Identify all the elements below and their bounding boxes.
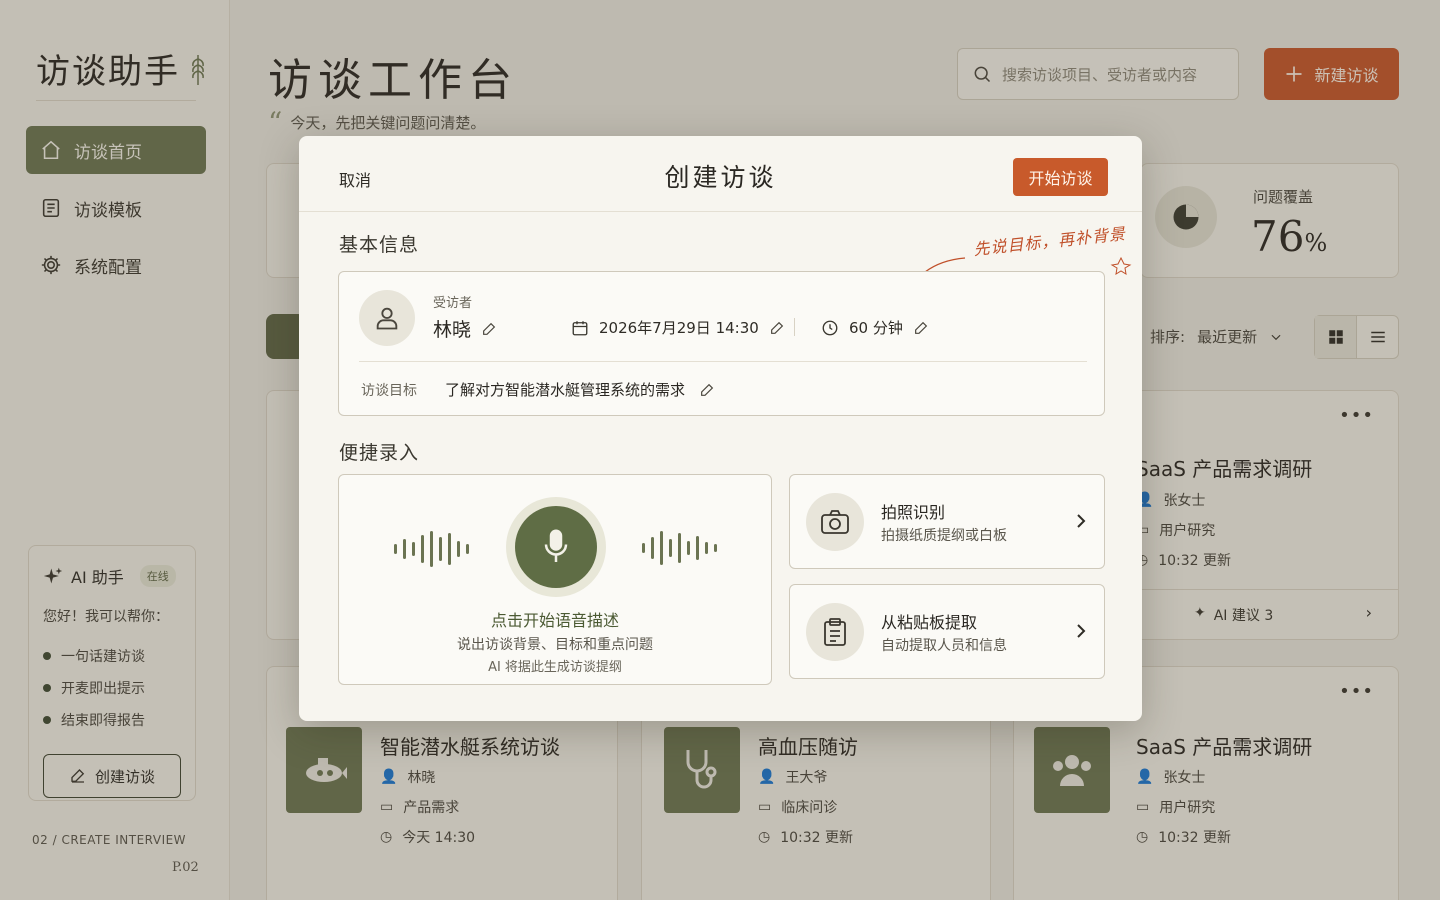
interviewee-label: 受访者 — [433, 296, 473, 311]
interviewee-name: 林晓 — [433, 319, 472, 341]
clipboard-subtitle: 自动提取人员和信息 — [881, 638, 1007, 654]
pencil-icon[interactable] — [699, 382, 715, 398]
goal-field[interactable]: 了解对方智能潜水艇管理系统的需求 — [445, 379, 715, 400]
clipboard-icon — [806, 603, 864, 661]
basic-info-panel: 受访者 林晓 2026年7月29日 14:30 60 分钟 访谈目标 了解对方智… — [338, 271, 1105, 416]
clipboard-title: 从粘贴板提取 — [881, 613, 978, 632]
duration-value: 60 分钟 — [849, 319, 903, 337]
goal-label: 访谈目标 — [361, 383, 417, 399]
start-interview-button[interactable]: 开始访谈 — [1013, 158, 1108, 196]
pencil-icon[interactable] — [913, 320, 929, 336]
datetime-value: 2026年7月29日 14:30 — [599, 319, 759, 337]
datetime-field[interactable]: 2026年7月29日 14:30 — [571, 317, 785, 338]
photo-recognition-option[interactable]: 拍照识别 拍摄纸质提纲或白板 — [789, 474, 1105, 569]
goal-value: 了解对方智能潜水艇管理系统的需求 — [445, 381, 686, 399]
photo-subtitle: 拍摄纸质提纲或白板 — [881, 528, 1007, 544]
basic-info-title: 基本信息 — [339, 234, 420, 256]
create-interview-modal: 取消 创建访谈 开始访谈 基本信息 先说目标，再补背景 受访者 林晓 2026年… — [299, 136, 1142, 721]
divider — [359, 361, 1087, 362]
voice-input-panel[interactable]: 点击开始语音描述 说出访谈背景、目标和重点问题 AI 将据此生成访谈提纲 — [338, 474, 772, 685]
chevron-right-icon — [1074, 513, 1088, 529]
duration-field[interactable]: 60 分钟 — [821, 317, 929, 338]
clock-icon — [821, 319, 839, 337]
avatar — [359, 290, 415, 346]
clipboard-extract-option[interactable]: 从粘贴板提取 自动提取人员和信息 — [789, 584, 1105, 679]
quick-entry-title: 便捷录入 — [339, 442, 420, 464]
pencil-icon[interactable] — [481, 321, 497, 337]
camera-icon — [806, 493, 864, 551]
waveform-right-icon — [642, 531, 717, 565]
voice-hint: AI 将据此生成访谈提纲 — [488, 660, 622, 675]
voice-subtitle: 说出访谈背景、目标和重点问题 — [457, 637, 653, 653]
chevron-right-icon — [1074, 623, 1088, 639]
pencil-icon[interactable] — [769, 320, 785, 336]
waveform-left-icon — [394, 531, 469, 567]
photo-title: 拍照识别 — [881, 503, 946, 522]
microphone-icon — [541, 528, 571, 566]
interviewee-name-field[interactable]: 林晓 — [433, 315, 497, 342]
modal-header: 取消 创建访谈 开始访谈 — [299, 136, 1142, 212]
voice-title: 点击开始语音描述 — [490, 611, 619, 630]
microphone-button[interactable] — [506, 497, 606, 597]
divider — [794, 318, 795, 336]
calendar-icon — [571, 319, 589, 337]
